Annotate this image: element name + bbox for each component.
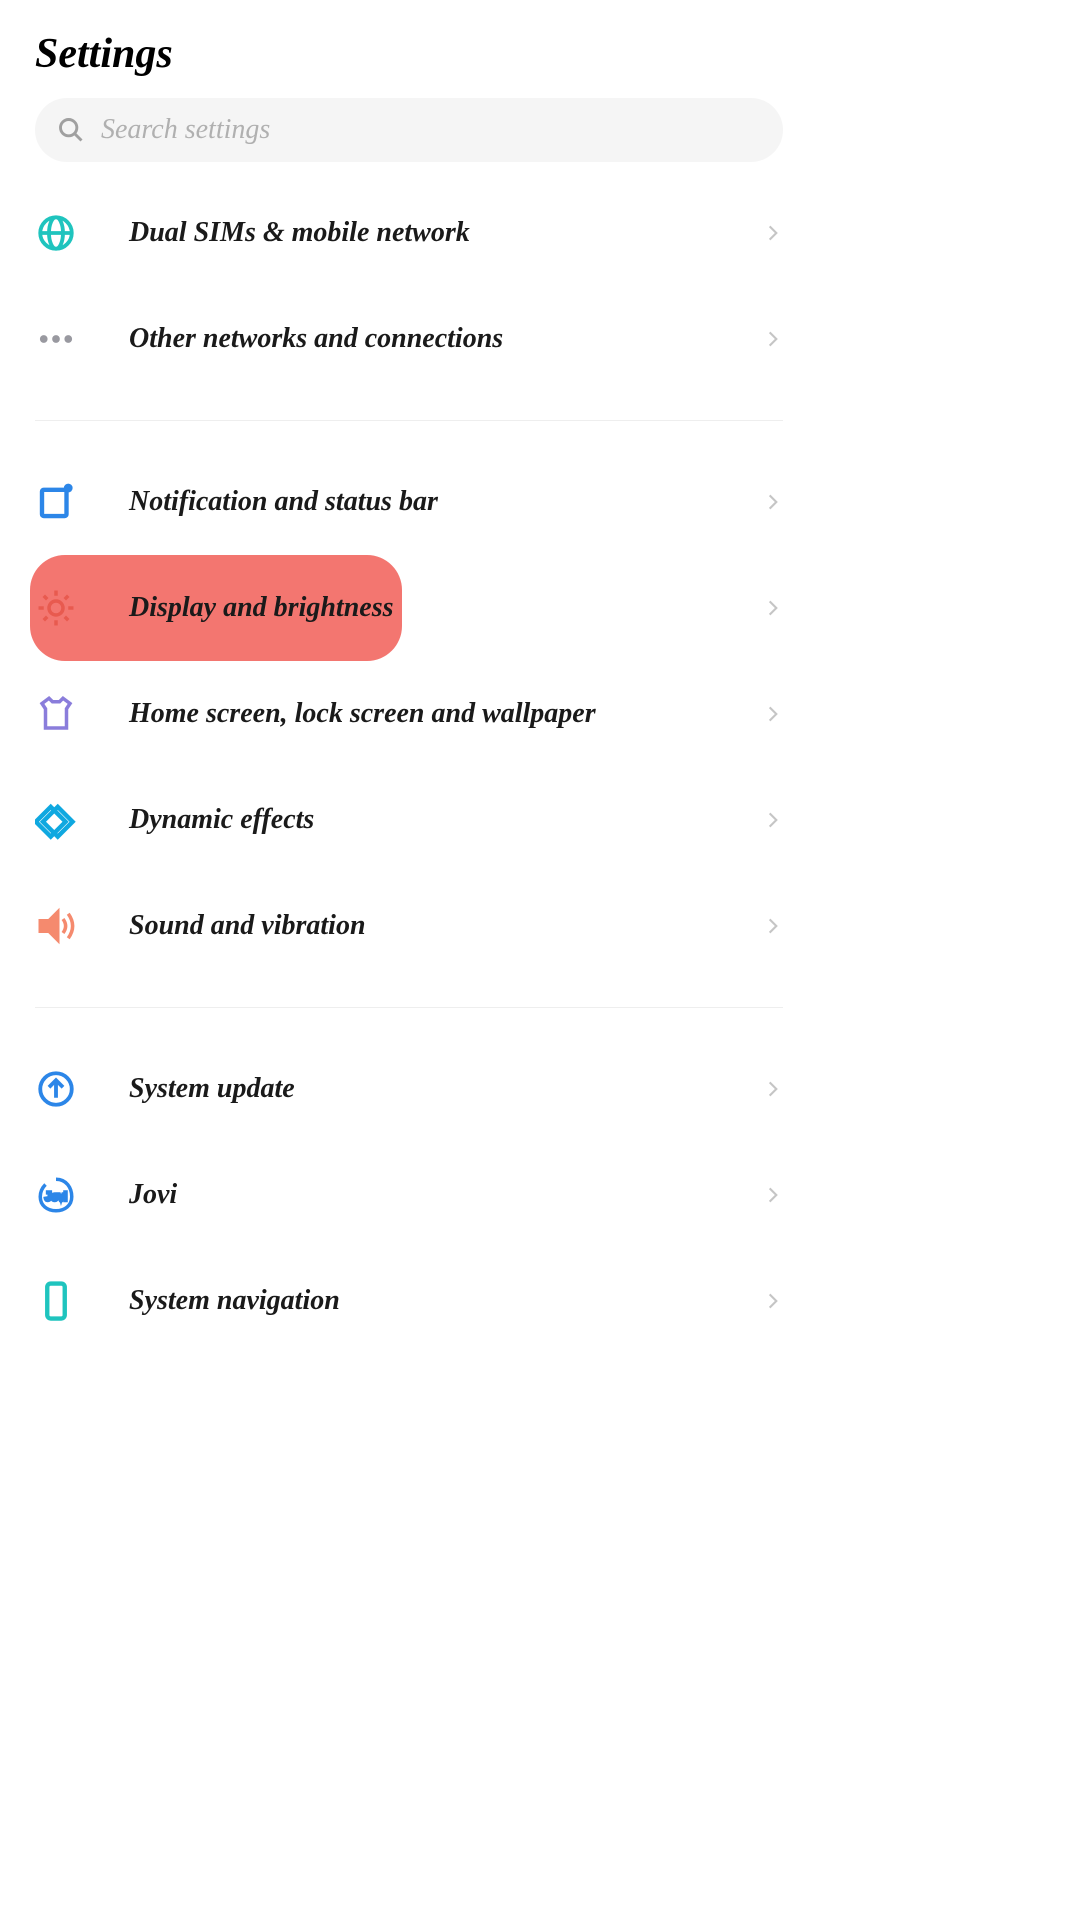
- search-placeholder: Search settings: [101, 114, 270, 146]
- brightness-icon: [35, 587, 77, 629]
- chevron-right-icon: [763, 492, 783, 512]
- item-label: Display and brightness: [129, 592, 763, 624]
- item-display-brightness[interactable]: Display and brightness: [0, 555, 818, 661]
- search-container: Search settings: [0, 98, 818, 180]
- chevron-right-icon: [763, 916, 783, 936]
- chevron-right-icon: [763, 810, 783, 830]
- chevron-right-icon: [763, 329, 783, 349]
- notification-icon: [35, 481, 77, 523]
- search-icon: [57, 116, 85, 144]
- search-bar[interactable]: Search settings: [35, 98, 783, 162]
- dots-icon: [35, 318, 77, 360]
- tshirt-icon: [35, 693, 77, 735]
- item-sound[interactable]: Sound and vibration: [0, 873, 818, 979]
- item-notification[interactable]: Notification and status bar: [0, 449, 818, 555]
- item-label: Sound and vibration: [129, 910, 763, 942]
- item-system-navigation[interactable]: System navigation: [0, 1248, 818, 1354]
- divider: [35, 420, 783, 421]
- chevron-right-icon: [763, 1079, 783, 1099]
- speaker-icon: [35, 905, 77, 947]
- globe-icon: [35, 212, 77, 254]
- chevron-right-icon: [763, 1291, 783, 1311]
- jovi-icon: Jovi: [35, 1174, 77, 1216]
- item-home-screen[interactable]: Home screen, lock screen and wallpaper: [0, 661, 818, 767]
- item-label: Other networks and connections: [129, 323, 763, 355]
- item-dual-sims[interactable]: Dual SIMs & mobile network: [0, 180, 818, 286]
- item-label: System update: [129, 1073, 763, 1105]
- chevron-right-icon: [763, 598, 783, 618]
- item-label: Home screen, lock screen and wallpaper: [129, 698, 763, 730]
- item-label: System navigation: [129, 1285, 763, 1317]
- item-label: Dynamic effects: [129, 804, 763, 836]
- item-label: Notification and status bar: [129, 486, 763, 518]
- item-dynamic-effects[interactable]: Dynamic effects: [0, 767, 818, 873]
- divider: [35, 1007, 783, 1008]
- item-label: Dual SIMs & mobile network: [129, 217, 763, 249]
- diamond-icon: [35, 799, 77, 841]
- page-title: Settings: [35, 30, 783, 78]
- update-icon: [35, 1068, 77, 1110]
- phone-icon: [35, 1280, 77, 1322]
- item-system-update[interactable]: System update: [0, 1036, 818, 1142]
- header: Settings: [0, 0, 818, 98]
- item-jovi[interactable]: Jovi Jovi: [0, 1142, 818, 1248]
- chevron-right-icon: [763, 704, 783, 724]
- chevron-right-icon: [763, 223, 783, 243]
- item-other-networks[interactable]: Other networks and connections: [0, 286, 818, 392]
- svg-text:Jovi: Jovi: [45, 1189, 67, 1203]
- item-label: Jovi: [129, 1179, 763, 1211]
- chevron-right-icon: [763, 1185, 783, 1205]
